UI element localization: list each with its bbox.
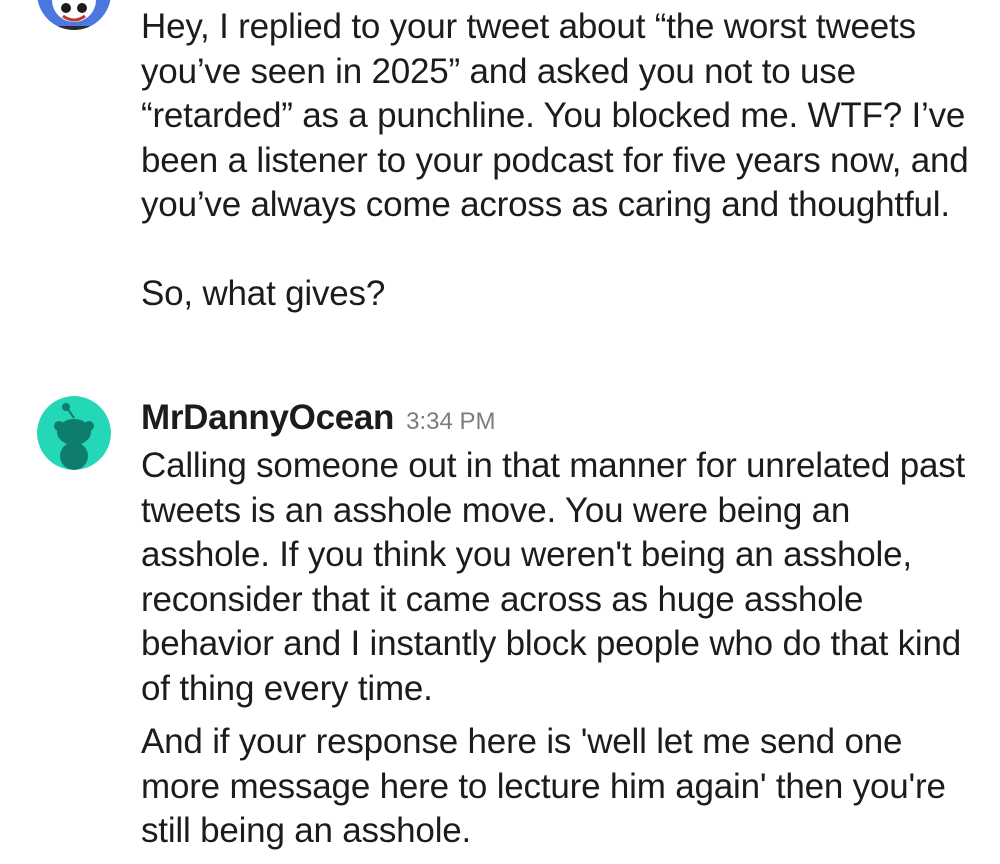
author-name[interactable]: MrDannyOcean xyxy=(141,398,394,438)
message-text: So, what gives? xyxy=(141,274,386,313)
snoo-avatar-icon xyxy=(37,0,111,30)
sender-avatar[interactable] xyxy=(37,0,111,30)
message-text: Hey, I replied to your tweet about “the … xyxy=(141,7,969,224)
message-text: And if your response here is 'well let m… xyxy=(141,722,946,850)
snoo-avatar-icon xyxy=(37,396,111,470)
message-text: Calling someone out in that manner for u… xyxy=(141,446,966,708)
author-avatar[interactable] xyxy=(37,396,111,470)
message-timestamp: 3:34 PM xyxy=(406,408,496,435)
